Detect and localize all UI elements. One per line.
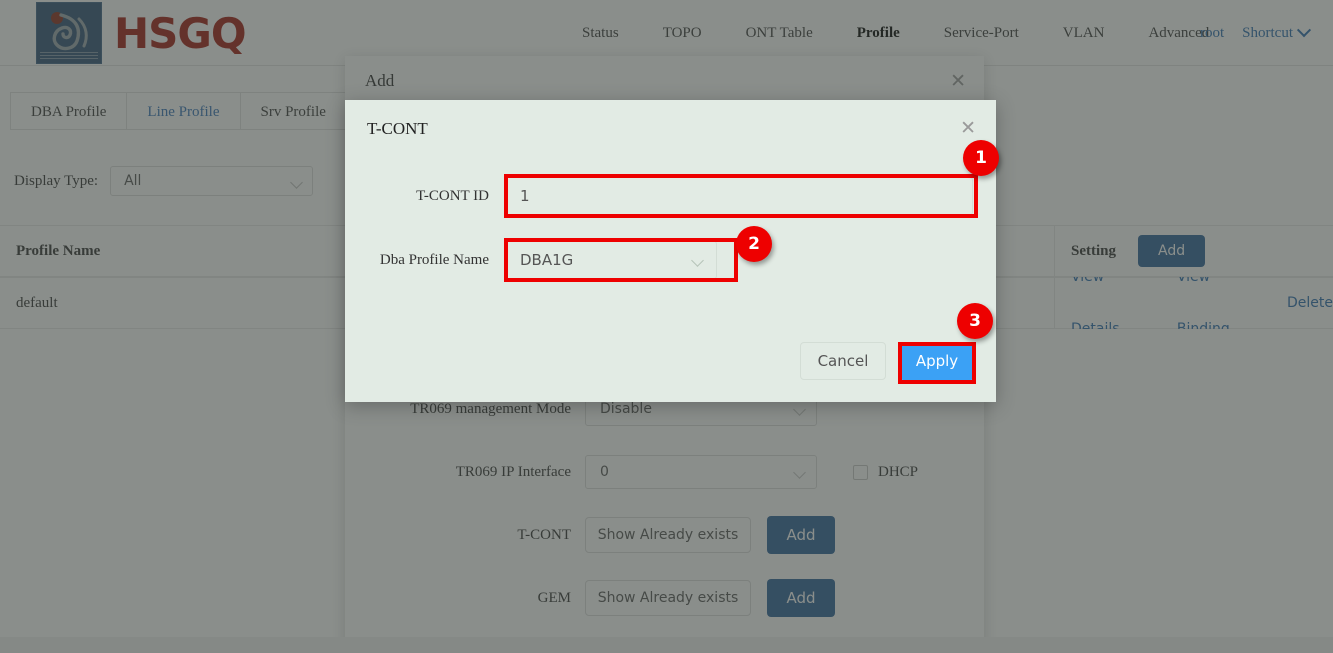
- chevron-down-icon: [691, 254, 704, 267]
- dba-profile-value: DBA1G: [520, 251, 574, 269]
- dba-profile-row: Dba Profile Name DBA1G: [355, 241, 717, 279]
- tcont-id-input[interactable]: [505, 177, 973, 215]
- dba-profile-label: Dba Profile Name: [379, 251, 489, 268]
- tcont-modal-footer: Cancel Apply: [800, 342, 974, 380]
- tcont-id-label: T-CONT ID: [416, 187, 489, 204]
- cancel-button[interactable]: Cancel: [800, 342, 886, 380]
- tcont-id-row: T-CONT ID: [355, 177, 973, 215]
- tcont-modal-header: T-CONT ✕: [345, 100, 996, 156]
- step-badge-3: 3: [957, 303, 993, 339]
- tcont-modal: T-CONT ✕ T-CONT ID Dba Profile Name DBA1…: [345, 100, 996, 402]
- tcont-modal-title: T-CONT: [367, 119, 428, 138]
- step-badge-1: 1: [963, 140, 999, 176]
- apply-button[interactable]: Apply: [900, 342, 974, 380]
- app-root: HSGQ Status TOPO ONT Table Profile Servi…: [0, 0, 1333, 653]
- step-badge-2: 2: [736, 226, 772, 262]
- close-icon[interactable]: ✕: [960, 119, 976, 138]
- dba-profile-select[interactable]: DBA1G: [505, 241, 717, 279]
